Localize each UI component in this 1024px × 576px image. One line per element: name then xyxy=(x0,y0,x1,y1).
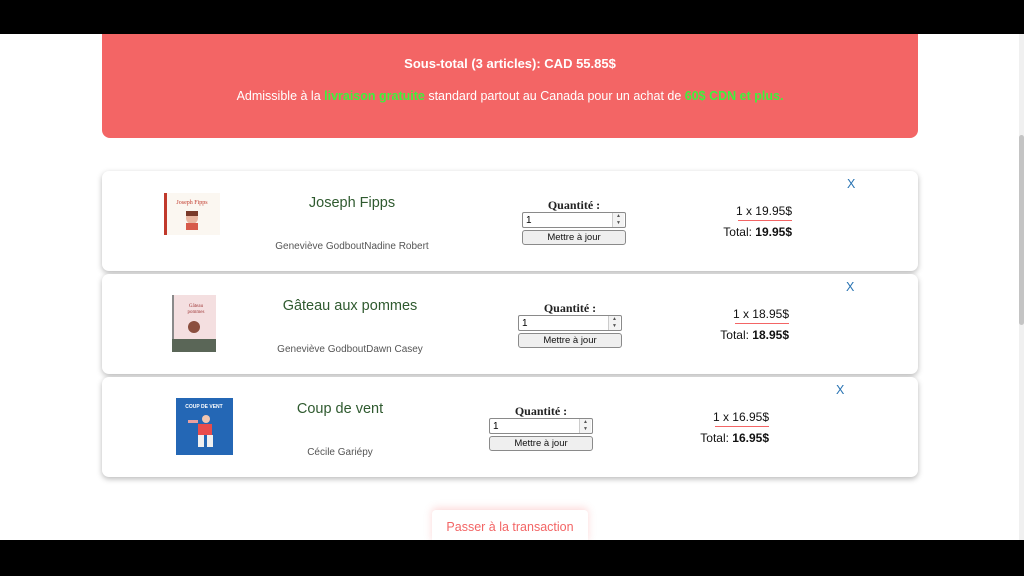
threshold-highlight: 60$ CDN et plus. xyxy=(684,89,784,103)
quantity-spinner[interactable]: ▲ ▼ xyxy=(579,419,591,433)
remove-item-button[interactable]: X xyxy=(846,280,854,294)
item-total: Total: 19.95$ xyxy=(723,225,792,239)
svg-text:Joseph Fipps: Joseph Fipps xyxy=(176,200,208,206)
scrollbar-thumb[interactable] xyxy=(1019,135,1024,325)
item-title[interactable]: Gâteau aux pommes xyxy=(240,298,460,314)
quantity-spinner[interactable]: ▲ ▼ xyxy=(612,213,624,227)
update-quantity-button[interactable]: Mettre à jour xyxy=(522,230,626,245)
item-total: Total: 18.95$ xyxy=(720,328,789,342)
cart-summary-banner: Sous-total (3 articles): CAD 55.85$ Admi… xyxy=(102,34,918,138)
cart-page: Sous-total (3 articles): CAD 55.85$ Admi… xyxy=(0,34,1024,540)
quantity-input[interactable] xyxy=(522,212,626,228)
update-quantity-button[interactable]: Mettre à jour xyxy=(489,436,593,451)
item-title[interactable]: Joseph Fipps xyxy=(242,195,462,211)
item-total: Total: 16.95$ xyxy=(700,431,769,445)
quantity-label: Quantité : xyxy=(514,404,568,418)
book-cover-joseph-fipps[interactable]: Joseph Fipps xyxy=(164,193,220,235)
quantity-label: Quantité : xyxy=(543,301,597,315)
cart-item: Joseph Fipps Joseph Fipps Geneviève Godb… xyxy=(102,171,918,271)
item-title[interactable]: Coup de vent xyxy=(230,401,450,417)
unit-price: 1 x 18.95$ xyxy=(732,307,789,321)
price-divider xyxy=(735,323,789,324)
book-cover-coup-de-vent[interactable]: COUP DE VENT xyxy=(176,398,233,455)
remove-item-button[interactable]: X xyxy=(836,383,844,397)
svg-text:Gâteau: Gâteau xyxy=(189,304,204,309)
cart-item: COUP DE VENT Coup de vent Cécile Gariépy… xyxy=(102,377,918,477)
update-quantity-button[interactable]: Mettre à jour xyxy=(518,333,622,348)
item-authors: Geneviève GodboutNadine Robert xyxy=(275,241,429,252)
quantity-input[interactable] xyxy=(518,315,622,331)
unit-price: 1 x 16.95$ xyxy=(712,410,769,424)
remove-item-button[interactable]: X xyxy=(847,177,855,191)
quantity-spinner[interactable]: ▲ ▼ xyxy=(608,316,620,330)
book-cover-gateau-aux-pommes[interactable]: Gâteau pommes xyxy=(172,295,216,352)
unit-price: 1 x 19.95$ xyxy=(735,204,792,218)
svg-text:COUP DE VENT: COUP DE VENT xyxy=(185,404,222,410)
quantity-label: Quantité : xyxy=(547,198,601,212)
cart-item: Gâteau pommes Gâteau aux pommes Genevièv… xyxy=(102,274,918,374)
item-authors: Cécile Gariépy xyxy=(307,447,373,458)
price-divider xyxy=(715,426,769,427)
free-shipping-note: Admissible à la livraison gratuite stand… xyxy=(236,89,784,103)
free-shipping-highlight: livraison gratuite xyxy=(324,89,425,103)
checkout-button[interactable]: Passer à la transaction xyxy=(432,510,588,540)
svg-text:pommes: pommes xyxy=(188,310,205,315)
quantity-input[interactable] xyxy=(489,418,593,434)
price-divider xyxy=(738,220,792,221)
subtotal-text: Sous-total (3 articles): CAD 55.85$ xyxy=(404,56,616,71)
item-authors: Geneviève GodboutDawn Casey xyxy=(277,344,423,355)
